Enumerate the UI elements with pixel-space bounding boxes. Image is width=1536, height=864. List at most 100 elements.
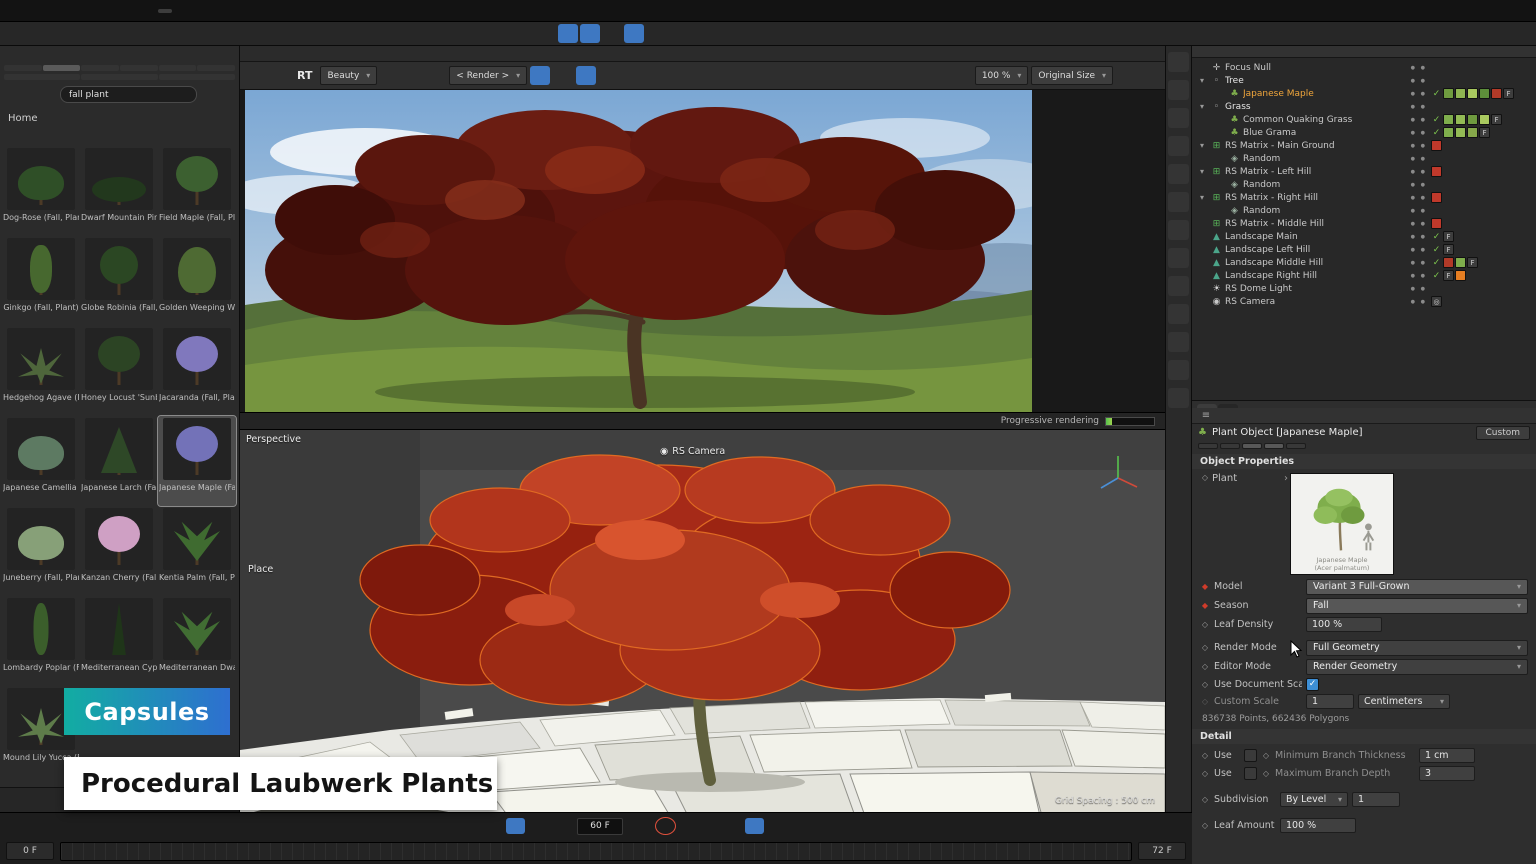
object-row[interactable]: ▾ ⊞ RS Matrix - Left Hill xyxy=(1192,165,1536,178)
visibility-dots[interactable] xyxy=(1411,234,1427,240)
timeline-end-field[interactable]: 72 F xyxy=(1138,842,1186,860)
subdivision-level-field[interactable]: 1 xyxy=(1352,792,1400,807)
visibility-dots[interactable] xyxy=(1411,260,1427,266)
object-row[interactable]: ☀ RS Dome Light xyxy=(1192,282,1536,295)
render-pass-select[interactable]: Beauty▾ xyxy=(320,66,377,85)
tag-chip[interactable]: F xyxy=(1491,114,1502,125)
visibility-dots[interactable] xyxy=(1411,195,1427,201)
plant-card[interactable]: Golden Weeping Willo... xyxy=(158,236,236,326)
visibility-dots[interactable] xyxy=(1411,169,1427,175)
plant-card[interactable]: Japanese Maple (Fall, ... xyxy=(158,416,236,506)
object-row[interactable]: ⊞ RS Matrix - Middle Hill xyxy=(1192,217,1536,230)
menu-item[interactable] xyxy=(248,9,262,13)
expand-caret[interactable]: ▾ xyxy=(1200,193,1208,202)
attribute-tab[interactable] xyxy=(1218,404,1238,408)
visibility-dots[interactable] xyxy=(1411,104,1427,110)
tag-chip[interactable]: F xyxy=(1443,244,1454,255)
viewport-label[interactable]: Perspective xyxy=(246,434,301,445)
asset-tab[interactable] xyxy=(4,65,42,71)
tag-chip[interactable]: ✓ xyxy=(1431,115,1442,124)
keyframe-dot[interactable]: ◇ xyxy=(1200,795,1210,804)
keyframe-dot[interactable]: ◇ xyxy=(1200,620,1210,629)
menu-item[interactable] xyxy=(233,9,247,13)
object-row[interactable]: ▾ ◦ Tree xyxy=(1192,74,1536,87)
place-tool-label[interactable]: Place xyxy=(248,564,273,575)
visibility-dots[interactable] xyxy=(1411,65,1427,71)
menu-item[interactable] xyxy=(68,9,82,13)
menu-item[interactable] xyxy=(38,9,52,13)
object-row[interactable]: ◈ Random xyxy=(1192,178,1536,191)
object-row[interactable]: ◈ Random xyxy=(1192,204,1536,217)
attribute-section-tab[interactable] xyxy=(1220,443,1240,449)
tag-chip[interactable] xyxy=(1431,140,1442,151)
use-min-branch-checkbox[interactable] xyxy=(1244,749,1257,762)
tag-chip[interactable] xyxy=(1479,114,1490,125)
search-input[interactable]: fall plant xyxy=(60,86,197,103)
object-row[interactable]: ◈ Random xyxy=(1192,152,1536,165)
visibility-dots[interactable] xyxy=(1411,117,1427,123)
object-row[interactable]: ♣ Common Quaking Grass ✓F xyxy=(1192,113,1536,126)
tag-chip[interactable] xyxy=(1443,127,1454,138)
subdivision-mode-select[interactable]: By Level▾ xyxy=(1280,792,1348,807)
visibility-dots[interactable] xyxy=(1411,91,1427,97)
object-row[interactable]: ▲ Landscape Left Hill ✓F xyxy=(1192,243,1536,256)
plant-card[interactable]: Hedgehog Agave (Fall... xyxy=(2,326,80,416)
object-row[interactable]: ♣ Japanese Maple ✓F xyxy=(1192,87,1536,100)
visibility-dots[interactable] xyxy=(1411,156,1427,162)
plant-card[interactable]: Kanzan Cherry (Fall, Pl... xyxy=(80,506,158,596)
chevron-right-icon[interactable]: › xyxy=(1284,473,1288,484)
visibility-dots[interactable] xyxy=(1411,247,1427,253)
tag-chip[interactable] xyxy=(1479,88,1490,99)
menu-item[interactable] xyxy=(203,9,217,13)
asset-tab[interactable] xyxy=(81,65,119,71)
leaf-density-field[interactable]: 100 % xyxy=(1306,617,1382,632)
expand-caret[interactable]: ▾ xyxy=(1200,141,1208,150)
attribute-section-tab[interactable] xyxy=(1198,443,1218,449)
tag-chip[interactable] xyxy=(1443,257,1454,268)
plant-card[interactable]: Juneberry (Fall, Plant) xyxy=(2,506,80,596)
tag-chip[interactable] xyxy=(1455,127,1466,138)
keyframe-dot[interactable]: ◇ xyxy=(1200,643,1210,652)
tag-chip[interactable] xyxy=(1431,166,1442,177)
tag-chip[interactable] xyxy=(1455,114,1466,125)
asset-tab[interactable] xyxy=(120,65,158,71)
plant-card[interactable]: Globe Robinia (Fall, Pl... xyxy=(80,236,158,326)
tag-chip[interactable] xyxy=(1455,88,1466,99)
plant-card[interactable]: Dog-Rose (Fall, Plant) xyxy=(2,146,80,236)
tag-chip[interactable]: ✓ xyxy=(1431,271,1442,280)
custom-button[interactable]: Custom xyxy=(1476,426,1530,440)
breadcrumb[interactable]: Home xyxy=(0,103,239,124)
keyframe-dot[interactable]: ◆ xyxy=(1200,582,1210,591)
asset-tab[interactable] xyxy=(43,65,81,71)
hamburger-icon[interactable]: ≡ xyxy=(1198,409,1214,422)
visibility-dots[interactable] xyxy=(1411,182,1427,188)
asset-subtab[interactable] xyxy=(159,74,235,80)
expand-caret[interactable]: ▾ xyxy=(1200,76,1208,85)
plant-preview-image[interactable]: Japanese Maple (Acer palmatum) xyxy=(1290,473,1394,575)
tag-chip[interactable]: F xyxy=(1479,127,1490,138)
plant-card[interactable]: Honey Locust 'Sunbur... xyxy=(80,326,158,416)
tag-chip[interactable]: ✓ xyxy=(1431,258,1442,267)
asset-subtab[interactable] xyxy=(81,74,157,80)
object-row[interactable]: ▾ ◦ Grass xyxy=(1192,100,1536,113)
menu-item[interactable] xyxy=(113,9,127,13)
keyframe-dot[interactable]: ◇ xyxy=(1200,662,1210,671)
attribute-tab[interactable] xyxy=(1197,404,1217,408)
render-viewport[interactable] xyxy=(240,90,1165,412)
fit-select[interactable]: Original Size▾ xyxy=(1031,66,1113,85)
menu-item[interactable] xyxy=(158,9,172,13)
visibility-dots[interactable] xyxy=(1411,78,1427,84)
object-row[interactable]: ▲ Landscape Middle Hill ✓F xyxy=(1192,256,1536,269)
tag-chip[interactable] xyxy=(1467,127,1478,138)
menu-item[interactable] xyxy=(173,9,187,13)
tag-chip[interactable]: ✓ xyxy=(1431,89,1442,98)
tag-chip[interactable] xyxy=(1431,218,1442,229)
plant-card[interactable]: Ginkgo (Fall, Plant) xyxy=(2,236,80,326)
tag-chip[interactable] xyxy=(1455,270,1466,281)
plant-card[interactable]: Japanese Camellia (Fal... xyxy=(2,416,80,506)
tag-chip[interactable] xyxy=(1455,257,1466,268)
keyframe-dot[interactable]: ◇ xyxy=(1200,821,1210,830)
object-row[interactable]: ◉ RS Camera ◎ xyxy=(1192,295,1536,308)
current-frame-field[interactable]: 60 F xyxy=(577,818,623,835)
keyframe-dot[interactable]: ◇ xyxy=(1200,751,1210,760)
